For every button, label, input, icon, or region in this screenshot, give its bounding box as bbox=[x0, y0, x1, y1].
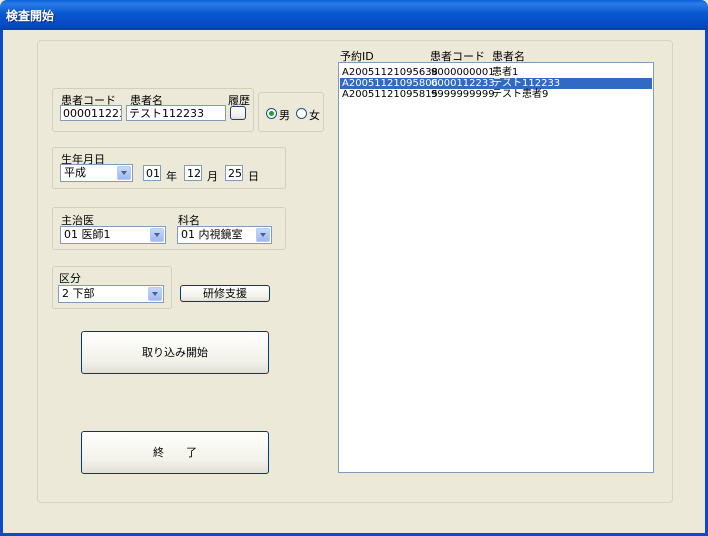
year-unit-label: 年 bbox=[166, 170, 177, 183]
gender-female-radio[interactable] bbox=[296, 108, 307, 119]
era-value: 平成 bbox=[64, 166, 86, 179]
chevron-down-icon[interactable] bbox=[117, 166, 131, 180]
training-support-button[interactable]: 研修支援 bbox=[180, 285, 270, 302]
window-frame-left bbox=[0, 30, 3, 536]
import-start-button[interactable]: 取り込み開始 bbox=[81, 331, 269, 374]
list-cell-id: A20051121095815 bbox=[342, 89, 438, 100]
department-select[interactable]: 01 内視鏡室 bbox=[177, 226, 272, 244]
doctor-select[interactable]: 01 医師1 bbox=[60, 226, 166, 244]
list-item[interactable]: A20051121095638 9000000001 患者1 bbox=[340, 67, 652, 78]
list-cell-id: A20051121095806 bbox=[342, 78, 438, 89]
gender-male-radio[interactable] bbox=[266, 108, 277, 119]
title-bar[interactable]: 検査開始 bbox=[0, 0, 708, 30]
patient-name-field[interactable]: テスト112233 bbox=[126, 105, 226, 121]
list-cell-code: 9000000001 bbox=[431, 67, 495, 78]
category-select[interactable]: 2 下部 bbox=[58, 285, 164, 303]
chevron-down-icon[interactable] bbox=[256, 228, 270, 242]
list-cell-name: テスト112233 bbox=[492, 78, 561, 89]
list-item[interactable]: A20051121095815 9999999999 テスト患者9 bbox=[340, 89, 652, 100]
birth-day-field[interactable]: 25 bbox=[225, 165, 243, 181]
doctor-value: 01 医師1 bbox=[64, 228, 111, 241]
window-title: 検査開始 bbox=[6, 9, 55, 23]
era-select[interactable]: 平成 bbox=[60, 164, 133, 182]
history-checkbox[interactable] bbox=[230, 106, 246, 120]
list-cell-code: 9999999999 bbox=[431, 89, 495, 100]
category-label: 区分 bbox=[59, 272, 81, 285]
list-cell-code: 0000112233 bbox=[431, 78, 495, 89]
month-unit-label: 月 bbox=[207, 170, 218, 183]
list-item-selected[interactable]: A20051121095806 0000112233 テスト112233 bbox=[340, 78, 652, 89]
reservation-listbox[interactable]: A20051121095638 9000000001 患者1 A20051121… bbox=[338, 62, 654, 473]
department-value: 01 内視鏡室 bbox=[181, 228, 243, 241]
chevron-down-icon[interactable] bbox=[148, 287, 162, 301]
list-cell-name: 患者1 bbox=[492, 67, 519, 78]
chevron-down-icon[interactable] bbox=[150, 228, 164, 242]
patient-code-field[interactable]: 0000112233 bbox=[60, 105, 122, 121]
gender-female-label: 女 bbox=[309, 109, 320, 122]
birth-month-field[interactable]: 12 bbox=[184, 165, 202, 181]
finish-button[interactable]: 終 了 bbox=[81, 431, 269, 474]
birth-year-field[interactable]: 01 bbox=[143, 165, 161, 181]
list-cell-id: A20051121095638 bbox=[342, 67, 438, 78]
category-value: 2 下部 bbox=[62, 287, 95, 300]
gender-male-label: 男 bbox=[279, 109, 290, 122]
day-unit-label: 日 bbox=[248, 170, 259, 183]
list-cell-name: テスト患者9 bbox=[492, 89, 549, 100]
